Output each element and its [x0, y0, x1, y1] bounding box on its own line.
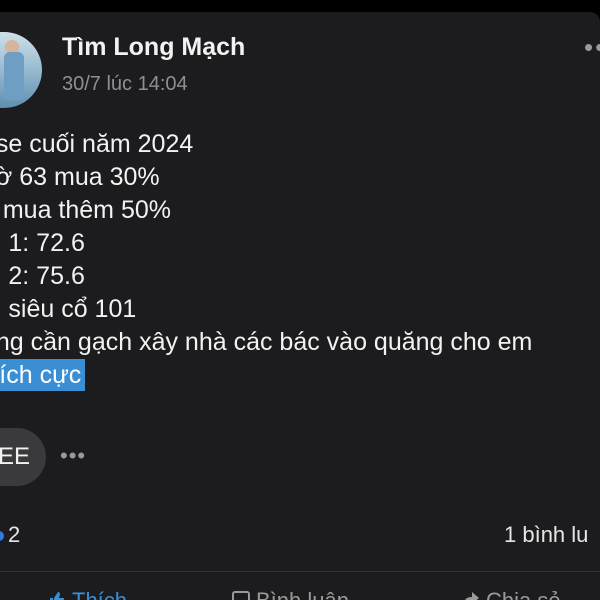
post-line: 0 mua thêm 50%	[0, 196, 171, 224]
more-options-icon[interactable]: ••	[584, 34, 600, 60]
post-line: G 2: 75.6	[0, 262, 85, 290]
post-line: G 1: 72.6	[0, 229, 85, 257]
reaction-dot-icon	[0, 531, 4, 542]
reaction-pill-label: EE	[0, 443, 30, 470]
comment-button[interactable]: Bình luận	[232, 588, 349, 600]
divider	[0, 571, 600, 572]
thumbs-up-icon	[48, 588, 66, 600]
comment-icon	[232, 588, 250, 600]
like-count[interactable]: 2	[0, 522, 20, 548]
reaction-pill[interactable]: EE	[0, 428, 46, 486]
like-button-label: Thích	[72, 588, 127, 600]
post-line: ang cần gạch xây nhà các bác vào quăng c…	[0, 328, 533, 356]
top-strip	[0, 0, 600, 12]
share-button-label: Chia sẻ	[486, 588, 561, 600]
comment-count[interactable]: 1 bình lu	[504, 522, 588, 548]
post-line: G siêu cổ 101	[0, 295, 137, 323]
post-time[interactable]: 30/7 lúc 14:04	[62, 73, 188, 96]
like-button[interactable]: Thích	[48, 588, 127, 600]
like-count-value: 2	[8, 522, 21, 547]
author-name[interactable]: Tìm Long Mạch	[62, 33, 245, 62]
post-body: ase cuối năm 2024 hờ 63 mua 30% 0 mua th…	[0, 128, 600, 392]
avatar-figure	[4, 52, 24, 100]
share-icon	[462, 588, 480, 600]
share-button[interactable]: Chia sẻ	[462, 588, 561, 600]
post-line: hờ 63 mua 30%	[0, 163, 160, 191]
screen: Tìm Long Mạch 30/7 lúc 14:04 •• ase cuối…	[0, 0, 600, 600]
post-line-tag: Tích cực	[0, 359, 600, 392]
post-line: ase cuối năm 2024	[0, 130, 194, 158]
more-reactions-icon[interactable]: •••	[60, 443, 86, 469]
highlighted-tag[interactable]: Tích cực	[0, 359, 86, 391]
comment-button-label: Bình luận	[256, 588, 349, 600]
